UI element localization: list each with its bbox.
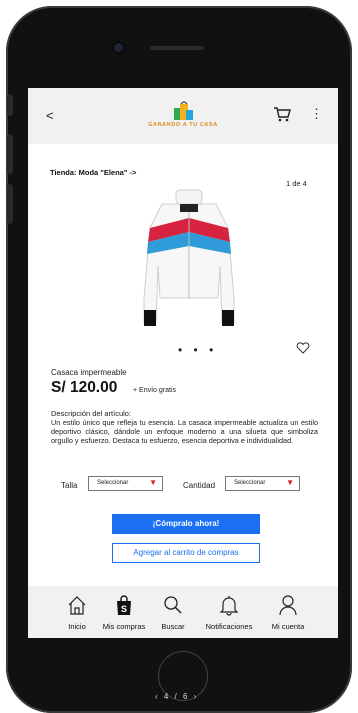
carousel-indicator[interactable]: • • •	[178, 343, 217, 357]
heart-icon[interactable]	[296, 342, 310, 354]
user-icon	[279, 595, 297, 616]
caret-down-icon: ▼	[286, 478, 294, 487]
bell-icon	[219, 596, 239, 616]
back-button[interactable]: <	[46, 108, 54, 123]
more-menu-icon[interactable]: ⋮	[310, 106, 323, 122]
caret-down-icon: ▼	[149, 478, 157, 487]
nav-item-buscar[interactable]: Buscar	[156, 586, 190, 638]
size-select-value: Seleccionar	[97, 480, 129, 486]
home-icon	[68, 596, 86, 615]
store-link[interactable]: Tienda: Moda "Elena" ->	[50, 168, 136, 177]
size-select[interactable]: Seleccionar ▼	[88, 476, 163, 491]
cart-icon[interactable]	[273, 106, 291, 122]
product-image[interactable]	[140, 188, 238, 338]
nav-label: Notificaciones	[205, 622, 253, 631]
mute-switch	[7, 94, 13, 116]
shopping-bag-icon: S	[117, 595, 131, 615]
volume-down-button	[7, 184, 13, 224]
bottom-navigation: Inicio S Mis compras Buscar Notificacion…	[28, 586, 338, 638]
front-camera	[114, 43, 123, 52]
shipping-note: + Envío gratis	[133, 387, 176, 394]
app-screen: < GANANDO A TU CASA ⋮ Tienda: Moda "Elen…	[28, 88, 338, 638]
nav-item-inicio[interactable]: Inicio	[60, 586, 94, 638]
description-title: Descripción del artículo:	[51, 409, 132, 418]
quantity-select[interactable]: Seleccionar ▼	[225, 476, 300, 491]
search-icon	[164, 596, 182, 614]
buy-now-button[interactable]: ¡Cómpralo ahora!	[112, 514, 260, 534]
nav-item-notificaciones[interactable]: Notificaciones	[198, 586, 260, 638]
earpiece-speaker	[150, 46, 204, 50]
nav-label: Mi cuenta	[271, 622, 305, 631]
volume-up-button	[7, 134, 13, 174]
size-label: Talla	[61, 481, 78, 490]
nav-item-mis-compras[interactable]: S Mis compras	[96, 586, 152, 638]
slide-pager[interactable]: ‹ 4 / 6 ›	[155, 692, 198, 701]
image-counter: 1 de 4	[286, 179, 307, 188]
quantity-select-value: Seleccionar	[234, 480, 266, 486]
top-app-bar: < GANANDO A TU CASA ⋮	[28, 88, 338, 144]
add-to-cart-button[interactable]: Agregar al carrito de compras	[112, 543, 260, 563]
nav-label: Inicio	[68, 622, 86, 631]
logo-text: GANANDO A TU CASA	[148, 122, 218, 128]
quantity-label: Cantidad	[183, 481, 216, 490]
svg-text:S: S	[121, 604, 127, 614]
store-logo	[174, 101, 193, 120]
product-description: Un estilo único que refleja tu esencia. …	[51, 418, 318, 445]
nav-label: Buscar	[161, 622, 185, 631]
product-price: S/ 120.00	[51, 379, 118, 396]
product-name: Casaca impermeable	[51, 368, 127, 377]
nav-label: Mis compras	[102, 622, 146, 631]
nav-item-mi-cuenta[interactable]: Mi cuenta	[266, 586, 310, 638]
